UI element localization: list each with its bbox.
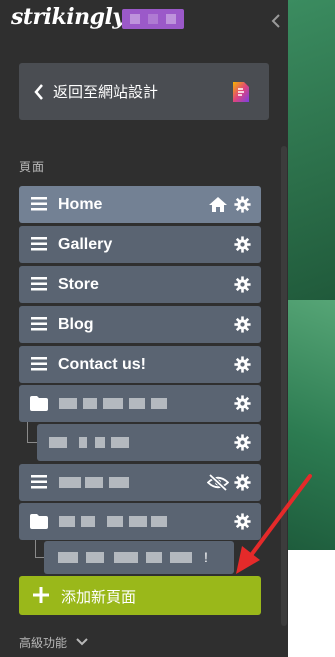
site-file-icon [233,82,249,102]
page-item-hidden[interactable] [19,464,261,501]
tree-connector [35,540,44,558]
folder-icon [30,514,48,529]
menu-icon[interactable] [31,475,47,489]
tree-connector [27,422,37,443]
gear-icon[interactable] [234,276,251,293]
annotation-arrow-icon [236,474,312,574]
add-new-page-label: 添加新頁面 [61,589,137,606]
page-label: Gallery [58,236,113,253]
top-bar: strikingly [0,0,288,44]
blurred-label [58,552,198,563]
home-icon [209,197,227,212]
gear-icon[interactable] [234,356,251,373]
page-item-store[interactable]: Store [19,266,261,303]
page-item-blog[interactable]: Blog [19,306,261,343]
page-label: Store [58,276,99,293]
advanced-features-toggle[interactable]: 高級功能 [19,634,67,651]
chevron-left-icon [34,84,43,100]
menu-icon[interactable] [31,357,47,371]
blurred-label [59,477,131,488]
sub-page-item[interactable] [37,424,261,461]
collapse-sidebar-icon[interactable] [269,12,283,30]
page-item-contact[interactable]: Contact us! [19,346,261,383]
gear-icon[interactable] [234,316,251,333]
menu-icon[interactable] [31,197,47,211]
folder-icon [30,396,48,411]
eye-slash-icon [207,474,229,491]
gear-icon[interactable] [234,395,251,412]
gear-icon[interactable] [234,236,251,253]
page-label: Blog [58,316,94,333]
strikingly-logo[interactable]: strikingly [11,4,125,30]
back-label: 返回至網站設計 [53,84,159,101]
back-to-site-design-button[interactable]: 返回至網站設計 [19,63,269,120]
page-item-home[interactable]: Home [19,186,261,223]
sub-page-item-dragging[interactable]: ! [44,541,234,574]
gear-icon[interactable] [234,434,251,451]
blurred-label [59,516,169,527]
page-label: Contact us! [58,356,146,373]
blurred-label-suffix: ! [204,549,208,565]
blurred-label [59,398,169,409]
chevron-down-icon[interactable] [76,638,88,646]
blurred-label [49,437,129,448]
menu-icon[interactable] [31,237,47,251]
plan-badge [122,9,184,29]
plus-icon [33,587,49,603]
add-new-page-button[interactable]: 添加新頁面 [19,576,261,615]
gear-icon[interactable] [234,196,251,213]
menu-icon[interactable] [31,317,47,331]
page-item-folder[interactable] [19,385,261,422]
page-label: Home [58,196,103,213]
page-item-gallery[interactable]: Gallery [19,226,261,263]
page-item-folder-2[interactable] [19,503,261,540]
pages-section-label: 頁面 [19,160,46,174]
menu-icon[interactable] [31,277,47,291]
